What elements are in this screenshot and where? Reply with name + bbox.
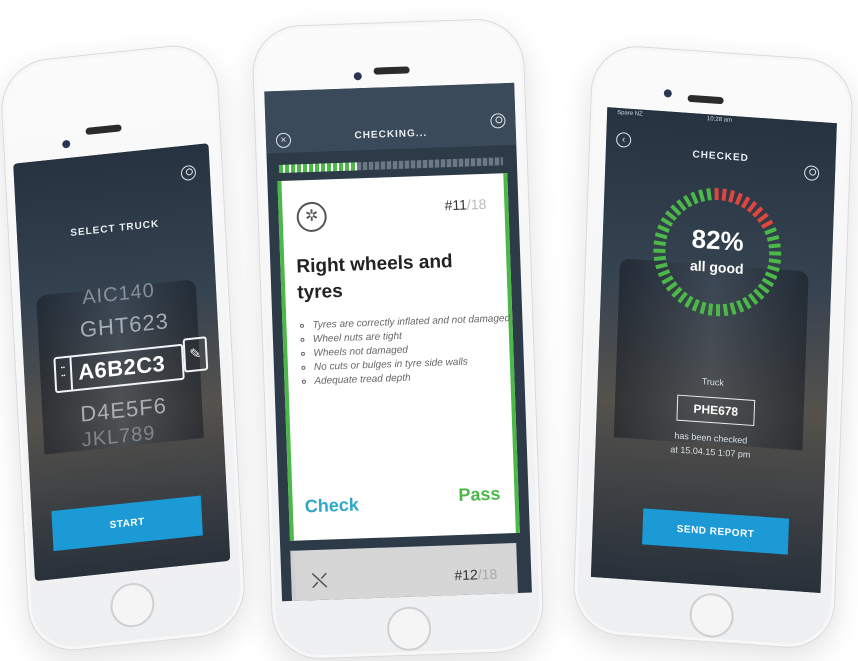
truck-plate-box: PHE678 [676, 394, 756, 427]
check-card-next: ⛌ #12/18 [290, 542, 519, 602]
gauge-tick-good [707, 303, 714, 316]
eu-flag-icon: •• •• [55, 357, 74, 392]
gauge-tick-good [670, 204, 682, 216]
selected-plate-text: A6B2C3 [77, 350, 166, 385]
gauge-tick-good [761, 277, 775, 288]
gauge-tick-good [706, 188, 712, 201]
counter-current: #12 [454, 566, 479, 584]
gauge-tick-good [715, 304, 721, 317]
card-counter: #11/18 [444, 196, 486, 213]
gauge-tick-bad [740, 196, 751, 209]
front-camera [663, 89, 672, 98]
gauge-tick-good [676, 199, 687, 212]
seatbelt-icon: ⛌ [310, 567, 329, 594]
earpiece-speaker [373, 66, 410, 75]
gauge-tick-bad [760, 219, 774, 229]
front-camera [62, 139, 71, 149]
gauge-tick-good [698, 189, 706, 202]
gauge-tick-good [671, 286, 683, 298]
progress-track [278, 157, 503, 174]
carrier-text: Spare NZ [617, 109, 643, 118]
front-camera [353, 72, 362, 81]
gauge-tick-bad [756, 212, 769, 223]
gauge-tick-bad [728, 190, 736, 203]
gauge-tick-good [735, 299, 745, 313]
status-time: 10:28 am [706, 116, 733, 124]
gauge-tick-good [684, 295, 694, 308]
gauge-tick-good [757, 283, 770, 294]
gauge-tick-bad [734, 192, 743, 206]
home-button[interactable] [688, 591, 735, 639]
card-title: Right wheels and tyres [296, 251, 453, 304]
edit-pen-icon[interactable]: ✎ [182, 336, 209, 373]
gauge-tick-good [677, 291, 688, 304]
screen-checked: Spare NZ 10:28 am ‹ CHECKED 82% all good… [590, 107, 837, 593]
gauge-tick-good [664, 210, 677, 222]
counter-total: /18 [466, 195, 487, 213]
requirements-list: Tyres are correctly inflated and not dam… [286, 313, 514, 391]
pass-button[interactable]: Pass [458, 484, 501, 506]
phone-checking: × CHECKING... ✲ #11/18 Right wheels and … [251, 17, 545, 661]
gauge-tick-good [747, 292, 759, 306]
gauge-tick-bad [714, 187, 719, 201]
progress-fill [278, 162, 358, 174]
check-button[interactable]: Check [304, 494, 359, 517]
counter-current: #11 [444, 196, 468, 214]
gauge-tick-good [729, 302, 737, 315]
earpiece-speaker [687, 94, 724, 105]
counter-total: /18 [477, 565, 498, 583]
gauge-tick-good [753, 288, 765, 300]
gauge-tick-good [722, 303, 729, 317]
gauge-tick-bad [752, 206, 764, 218]
gauge-tick-good [691, 298, 700, 312]
gauge-tick-good [690, 191, 699, 205]
screen-checking: × CHECKING... ✲ #11/18 Right wheels and … [264, 82, 532, 602]
phone-checked: Spare NZ 10:28 am ‹ CHECKED 82% all good… [571, 43, 855, 651]
gauge-tick-good [665, 281, 678, 292]
card-counter: #12/18 [454, 566, 497, 583]
screen-select-truck: SELECT TRUCK AIC140 GHT623 •• •• A6B2C3 ✎… [13, 143, 231, 582]
earpiece-speaker [85, 124, 122, 136]
home-button[interactable] [386, 606, 432, 652]
gauge-tick-good [661, 275, 674, 285]
phone-select-truck: SELECT TRUCK AIC140 GHT623 •• •• A6B2C3 ✎… [0, 40, 248, 656]
check-card-current: ✲ #11/18 Right wheels and tyres Tyres ar… [277, 173, 520, 541]
gauge-tick-good [742, 296, 752, 310]
gauge-tick-good [682, 194, 693, 208]
gauge-tick-bad [746, 200, 758, 213]
gauge-tick-bad [721, 188, 727, 201]
gauge-tick-good [699, 301, 707, 315]
wheel-icon: ✲ [296, 201, 328, 233]
home-button[interactable] [109, 580, 156, 630]
